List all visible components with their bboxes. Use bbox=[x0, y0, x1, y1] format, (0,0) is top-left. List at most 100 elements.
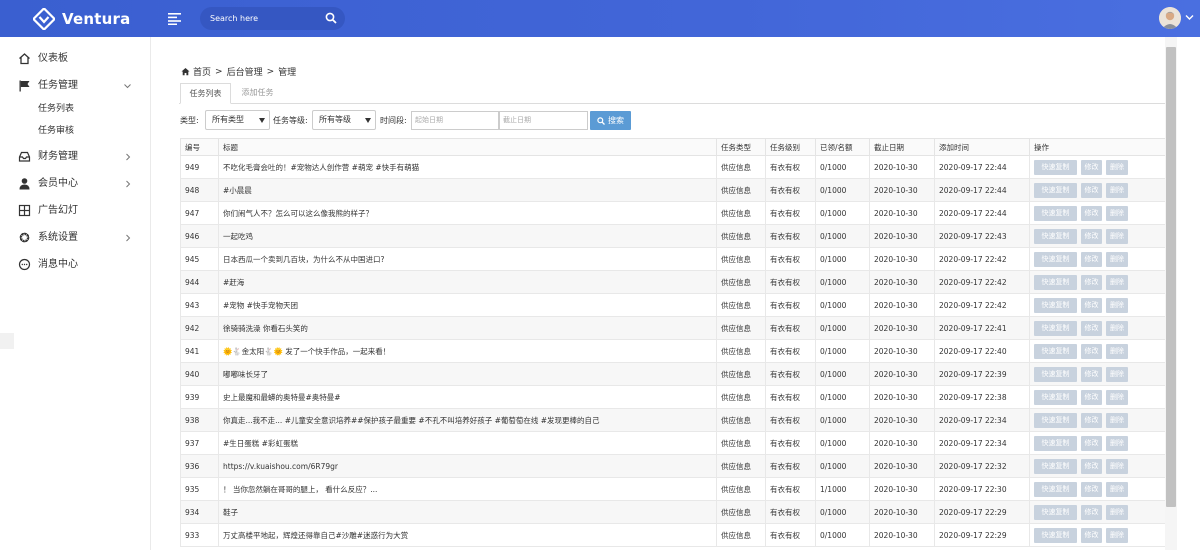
actions-cell: 快速复制 修改 删除 bbox=[1029, 270, 1165, 294]
quick-copy-button[interactable]: 快速复制 bbox=[1034, 205, 1077, 221]
deadline-cell: 2020-10-30 bbox=[869, 316, 935, 340]
sidebar-item-dashboard[interactable]: 仪表板 bbox=[0, 46, 151, 72]
quick-copy-button[interactable]: 快速复制 bbox=[1034, 458, 1077, 474]
sidebar-subitem-task-list[interactable]: 任务列表 bbox=[38, 103, 74, 115]
quick-copy-button[interactable]: 快速复制 bbox=[1034, 159, 1077, 175]
quick-copy-button[interactable]: 快速复制 bbox=[1034, 343, 1077, 359]
sidebar-item-label: 消息中心 bbox=[38, 259, 78, 270]
quick-copy-button[interactable]: 快速复制 bbox=[1034, 274, 1077, 290]
delete-button[interactable]: 删除 bbox=[1106, 481, 1128, 497]
delete-button[interactable]: 删除 bbox=[1106, 159, 1128, 175]
quick-copy-button[interactable]: 快速复制 bbox=[1034, 504, 1077, 520]
table-row: 948 #小晨晨 供应信息 有衣有权 0/1000 2020-10-30 2020-09-1… bbox=[180, 178, 1165, 202]
delete-button[interactable]: 删除 bbox=[1106, 412, 1128, 428]
type-select[interactable]: 所有类型 bbox=[205, 110, 270, 130]
breadcrumb-mid[interactable]: 后台管理 bbox=[227, 65, 263, 78]
brand[interactable]: Ventura bbox=[33, 7, 130, 31]
task-level-cell: 有衣有权 bbox=[765, 408, 816, 432]
delete-button[interactable]: 删除 bbox=[1106, 527, 1128, 543]
delete-button[interactable]: 删除 bbox=[1106, 435, 1128, 451]
edit-button[interactable]: 修改 bbox=[1081, 504, 1102, 520]
scrollbar-thumb[interactable] bbox=[1166, 47, 1176, 507]
quick-copy-button[interactable]: 快速复制 bbox=[1034, 389, 1077, 405]
added-time-cell: 2020-09-17 22:42 bbox=[934, 270, 1030, 294]
start-date-input[interactable]: 起始日期 bbox=[411, 111, 499, 130]
delete-button[interactable]: 删除 bbox=[1106, 320, 1128, 336]
edit-button[interactable]: 修改 bbox=[1081, 159, 1102, 175]
edit-button[interactable]: 修改 bbox=[1081, 297, 1102, 313]
sidebar-item-label: 广告幻灯 bbox=[38, 205, 78, 216]
search-icon[interactable] bbox=[325, 12, 337, 24]
menu-icon[interactable] bbox=[168, 12, 182, 25]
edit-button[interactable]: 修改 bbox=[1081, 343, 1102, 359]
type-select-value: 所有类型 bbox=[212, 115, 244, 124]
task-type-cell: 供应信息 bbox=[716, 293, 766, 317]
sidebar-item-members[interactable]: 会员中心 bbox=[0, 171, 151, 197]
id-cell: 947 bbox=[180, 201, 219, 225]
edit-button[interactable]: 修改 bbox=[1081, 251, 1102, 267]
search-input[interactable] bbox=[210, 7, 320, 30]
quick-copy-button[interactable]: 快速复制 bbox=[1034, 366, 1077, 382]
edit-button[interactable]: 修改 bbox=[1081, 228, 1102, 244]
delete-button[interactable]: 删除 bbox=[1106, 366, 1128, 382]
sidebar-item-messages[interactable]: 消息中心 bbox=[0, 252, 151, 278]
sidebar-handle[interactable] bbox=[0, 333, 14, 349]
delete-button[interactable]: 删除 bbox=[1106, 251, 1128, 267]
quick-copy-button[interactable]: 快速复制 bbox=[1034, 251, 1077, 267]
added-time-cell: 2020-09-17 22:39 bbox=[934, 362, 1030, 386]
edit-button[interactable]: 修改 bbox=[1081, 205, 1102, 221]
edit-button[interactable]: 修改 bbox=[1081, 320, 1102, 336]
breadcrumb-home[interactable]: 首页 bbox=[193, 65, 211, 78]
delete-button[interactable]: 删除 bbox=[1106, 389, 1128, 405]
edit-button[interactable]: 修改 bbox=[1081, 274, 1102, 290]
edit-button[interactable]: 修改 bbox=[1081, 366, 1102, 382]
edit-button[interactable]: 修改 bbox=[1081, 458, 1102, 474]
quota-cell: 0/1000 bbox=[815, 454, 870, 478]
level-select[interactable]: 所有等级 bbox=[312, 110, 376, 130]
edit-button[interactable]: 修改 bbox=[1081, 481, 1102, 497]
quick-copy-button[interactable]: 快速复制 bbox=[1034, 182, 1077, 198]
gear-icon bbox=[19, 232, 30, 243]
quick-copy-button[interactable]: 快速复制 bbox=[1034, 297, 1077, 313]
search-button[interactable]: 搜索 bbox=[590, 111, 631, 130]
end-date-input[interactable]: 截止日期 bbox=[499, 111, 588, 130]
quick-copy-button[interactable]: 快速复制 bbox=[1034, 412, 1077, 428]
quick-copy-button[interactable]: 快速复制 bbox=[1034, 435, 1077, 451]
delete-button[interactable]: 删除 bbox=[1106, 182, 1128, 198]
delete-button[interactable]: 删除 bbox=[1106, 205, 1128, 221]
search-icon bbox=[597, 116, 605, 125]
edit-button[interactable]: 修改 bbox=[1081, 527, 1102, 543]
quick-copy-button[interactable]: 快速复制 bbox=[1034, 228, 1077, 244]
delete-button[interactable]: 删除 bbox=[1106, 504, 1128, 520]
tab-add-task[interactable]: 添加任务 bbox=[231, 83, 284, 104]
task-level-cell: 有衣有权 bbox=[765, 523, 816, 547]
delete-button[interactable]: 删除 bbox=[1106, 228, 1128, 244]
sidebar-item-settings[interactable]: 系统设置 bbox=[0, 225, 151, 251]
user-menu[interactable] bbox=[1159, 7, 1195, 29]
tab-task-list[interactable]: 任务列表 bbox=[180, 83, 231, 104]
home-icon[interactable] bbox=[181, 67, 190, 76]
sidebar-item-finance[interactable]: 财务管理 bbox=[0, 144, 151, 170]
delete-button[interactable]: 删除 bbox=[1106, 297, 1128, 313]
added-time-cell: 2020-09-17 22:44 bbox=[934, 178, 1030, 202]
table-row: 937 #生日蛋糕 #彩虹蛋糕 供应信息 有衣有权 0/1000 2020-10-30 20… bbox=[180, 431, 1165, 455]
edit-button[interactable]: 修改 bbox=[1081, 412, 1102, 428]
quick-copy-button[interactable]: 快速复制 bbox=[1034, 481, 1077, 497]
sidebar-item-ads[interactable]: 广告幻灯 bbox=[0, 198, 151, 224]
delete-button[interactable]: 删除 bbox=[1106, 274, 1128, 290]
deadline-cell: 2020-10-30 bbox=[869, 477, 935, 501]
sidebar-item-tasks[interactable]: 任务管理 bbox=[0, 73, 151, 99]
quick-copy-button[interactable]: 快速复制 bbox=[1034, 527, 1077, 543]
id-cell: 938 bbox=[180, 408, 219, 432]
edit-button[interactable]: 修改 bbox=[1081, 182, 1102, 198]
delete-button[interactable]: 删除 bbox=[1106, 343, 1128, 359]
edit-button[interactable]: 修改 bbox=[1081, 435, 1102, 451]
avatar[interactable] bbox=[1159, 7, 1181, 29]
delete-button[interactable]: 删除 bbox=[1106, 458, 1128, 474]
table-row: 944 #赶海 供应信息 有衣有权 0/1000 2020-10-30 2020-09-17… bbox=[180, 270, 1165, 294]
sidebar-item-label: 任务管理 bbox=[38, 80, 78, 91]
edit-button[interactable]: 修改 bbox=[1081, 389, 1102, 405]
task-type-cell: 供应信息 bbox=[716, 316, 766, 340]
sidebar-subitem-task-review[interactable]: 任务审核 bbox=[38, 125, 74, 137]
quick-copy-button[interactable]: 快速复制 bbox=[1034, 320, 1077, 336]
